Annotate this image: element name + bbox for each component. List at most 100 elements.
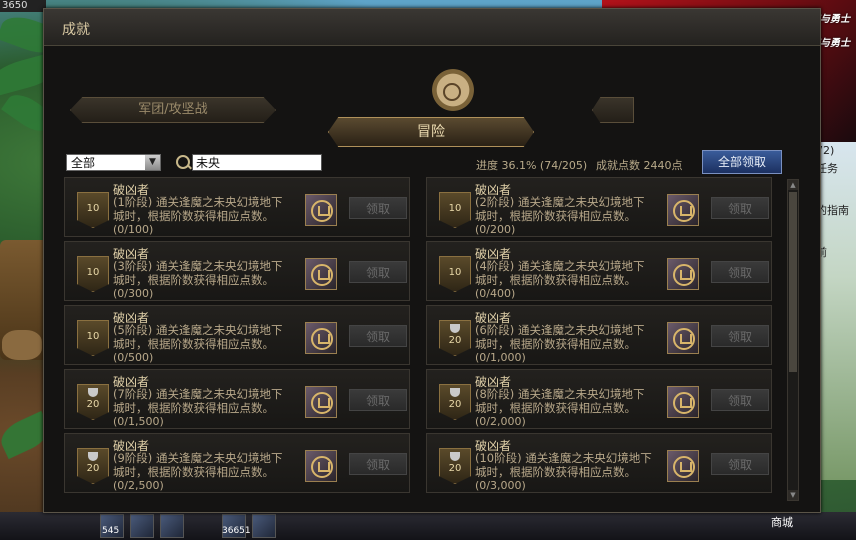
category-dropdown-value: 全部	[71, 156, 96, 170]
window-title: 成就	[62, 22, 90, 38]
tier-badge-icon: 10	[77, 320, 109, 356]
reward-emblem-icon[interactable]	[667, 322, 699, 354]
hotbar-slot-5[interactable]	[252, 514, 276, 538]
reward-emblem-icon[interactable]	[305, 258, 337, 290]
claim-button[interactable]: 领取	[711, 453, 769, 475]
achievement-card: 10 破凶者 (5阶段) 通关逢魔之未央幻境地下城时，根据阶数获得相应点数。 (0/5…	[64, 305, 410, 365]
achievement-progress: (0/3,000)	[475, 479, 526, 492]
achievement-card: 20 破凶者 (10阶段) 通关逢魔之未央幻境地下城时，根据阶数获得相应点数。 (0/…	[426, 433, 772, 493]
achievement-card: 10 破凶者 (4阶段) 通关逢魔之未央幻境地下城时，根据阶数获得相应点数。 (0/4…	[426, 241, 772, 301]
achievement-description: (4阶段) 通关逢魔之未央幻境地下城时，根据阶数获得相应点数。	[475, 259, 655, 287]
achievements-window: 成就 军团/攻坚战 冒险 全部 ▼ 未央 进度 36.1% (74/205) 成…	[43, 8, 821, 513]
search-icon	[176, 155, 190, 169]
achievement-stage: (10阶段)	[475, 451, 522, 465]
reward-emblem-icon[interactable]	[667, 386, 699, 418]
achievement-description: (7阶段) 通关逢魔之未央幻境地下城时，根据阶数获得相应点数。	[113, 387, 293, 415]
claim-button[interactable]: 领取	[711, 261, 769, 283]
claim-button[interactable]: 领取	[349, 389, 407, 411]
achievement-progress: (0/2,000)	[475, 415, 526, 428]
achievement-stage: (4阶段)	[475, 259, 515, 273]
claim-button[interactable]: 领取	[711, 389, 769, 411]
achievement-card: 10 破凶者 (3阶段) 通关逢魔之未央幻境地下城时，根据阶数获得相应点数。 (0/3…	[64, 241, 410, 301]
achievement-card: 10 破凶者 (1阶段) 通关逢魔之未央幻境地下城时，根据阶数获得相应点数。 (0/1…	[64, 177, 410, 237]
badge-points: 20	[448, 463, 462, 474]
achievement-progress: (0/500)	[113, 351, 154, 364]
trophy-icon	[450, 324, 460, 333]
badge-points: 20	[86, 463, 100, 474]
list-scrollbar[interactable]: ▲ ▼	[787, 179, 799, 501]
badge-points: 20	[448, 399, 462, 410]
achievement-description: (2阶段) 通关逢魔之未央幻境地下城时，根据阶数获得相应点数。	[475, 195, 655, 223]
reward-emblem-icon[interactable]	[305, 322, 337, 354]
achievement-progress: (0/1,000)	[475, 351, 526, 364]
achievement-progress: (0/2,500)	[113, 479, 164, 492]
scrollbar-thumb[interactable]	[789, 192, 797, 372]
scroll-down-icon[interactable]: ▼	[788, 490, 798, 500]
claim-button[interactable]: 领取	[349, 325, 407, 347]
window-titlebar[interactable]: 成就	[44, 9, 820, 46]
reward-emblem-icon[interactable]	[667, 194, 699, 226]
achievement-stage: (6阶段)	[475, 323, 515, 337]
shop-button[interactable]: 商城	[760, 513, 804, 533]
achievement-stage: (7阶段)	[113, 387, 153, 401]
table-decoration	[2, 330, 42, 360]
trophy-icon	[450, 388, 460, 397]
achievement-description: (5阶段) 通关逢魔之未央幻境地下城时，根据阶数获得相应点数。	[113, 323, 293, 351]
badge-points: 10	[86, 203, 100, 214]
hotbar-slot-1-label: 545	[102, 526, 120, 536]
reward-emblem-icon[interactable]	[667, 450, 699, 482]
achievement-progress: (0/300)	[113, 287, 154, 300]
badge-points: 10	[448, 203, 462, 214]
chevron-down-icon[interactable]: ▼	[145, 155, 160, 170]
reward-emblem-icon[interactable]	[305, 450, 337, 482]
tab-legion-raid[interactable]: 军团/攻坚战	[70, 97, 276, 123]
achievement-progress: (0/100)	[113, 223, 154, 236]
claim-button[interactable]: 领取	[349, 261, 407, 283]
category-dropdown[interactable]: 全部 ▼	[66, 154, 161, 171]
trophy-icon	[88, 388, 98, 397]
hotbar-slot-3[interactable]	[160, 514, 184, 538]
achievement-stage: (5阶段)	[113, 323, 153, 337]
achievement-stage: (1阶段)	[113, 195, 153, 209]
achievement-description: (1阶段) 通关逢魔之未央幻境地下城时，根据阶数获得相应点数。	[113, 195, 293, 223]
points-text: 成就点数 2440点	[596, 159, 683, 172]
claim-all-button[interactable]: 全部领取	[702, 150, 782, 174]
claim-button[interactable]: 领取	[711, 325, 769, 347]
tier-badge-icon: 20	[439, 320, 471, 356]
achievement-card: 20 破凶者 (9阶段) 通关逢魔之未央幻境地下城时，根据阶数获得相应点数。 (0/2…	[64, 433, 410, 493]
search-input[interactable]: 未央	[192, 154, 322, 171]
tab-adventure[interactable]: 冒险	[328, 117, 534, 147]
reward-emblem-icon[interactable]	[305, 194, 337, 226]
achievement-card: 20 破凶者 (7阶段) 通关逢魔之未央幻境地下城时，根据阶数获得相应点数。 (0/1…	[64, 369, 410, 429]
hotbar-slot-2[interactable]	[130, 514, 154, 538]
achievement-stage: (3阶段)	[113, 259, 153, 273]
claim-button[interactable]: 领取	[711, 197, 769, 219]
scroll-up-icon[interactable]: ▲	[788, 180, 798, 190]
achievement-stage: (8阶段)	[475, 387, 515, 401]
achievement-card: 20 破凶者 (8阶段) 通关逢魔之未央幻境地下城时，根据阶数获得相应点数。 (0/2…	[426, 369, 772, 429]
tab-next[interactable]	[592, 97, 634, 123]
badge-points: 10	[86, 267, 100, 278]
scroll-compass-icon	[419, 59, 487, 121]
top-left-counter: 3650	[0, 0, 46, 12]
tier-badge-icon: 20	[439, 448, 471, 484]
reward-emblem-icon[interactable]	[305, 386, 337, 418]
achievement-progress: (0/1,500)	[113, 415, 164, 428]
achievement-card: 20 破凶者 (6阶段) 通关逢魔之未央幻境地下城时，根据阶数获得相应点数。 (0/1…	[426, 305, 772, 365]
reward-emblem-icon[interactable]	[667, 258, 699, 290]
achievement-stage: (9阶段)	[113, 451, 153, 465]
achievement-progress: (0/200)	[475, 223, 516, 236]
achievement-description: (6阶段) 通关逢魔之未央幻境地下城时，根据阶数获得相应点数。	[475, 323, 655, 351]
tier-badge-icon: 10	[77, 192, 109, 228]
tier-badge-icon: 10	[439, 192, 471, 228]
badge-points: 10	[448, 267, 462, 278]
achievement-description: (10阶段) 通关逢魔之未央幻境地下城时，根据阶数获得相应点数。	[475, 451, 655, 479]
bottom-hotbar	[0, 512, 856, 540]
claim-button[interactable]: 领取	[349, 197, 407, 219]
achievement-description: (9阶段) 通关逢魔之未央幻境地下城时，根据阶数获得相应点数。	[113, 451, 293, 479]
achievement-description: (3阶段) 通关逢魔之未央幻境地下城时，根据阶数获得相应点数。	[113, 259, 293, 287]
hotbar-slot-4-label: 36651	[222, 526, 251, 536]
tier-badge-icon: 20	[77, 384, 109, 420]
trophy-icon	[88, 452, 98, 461]
claim-button[interactable]: 领取	[349, 453, 407, 475]
